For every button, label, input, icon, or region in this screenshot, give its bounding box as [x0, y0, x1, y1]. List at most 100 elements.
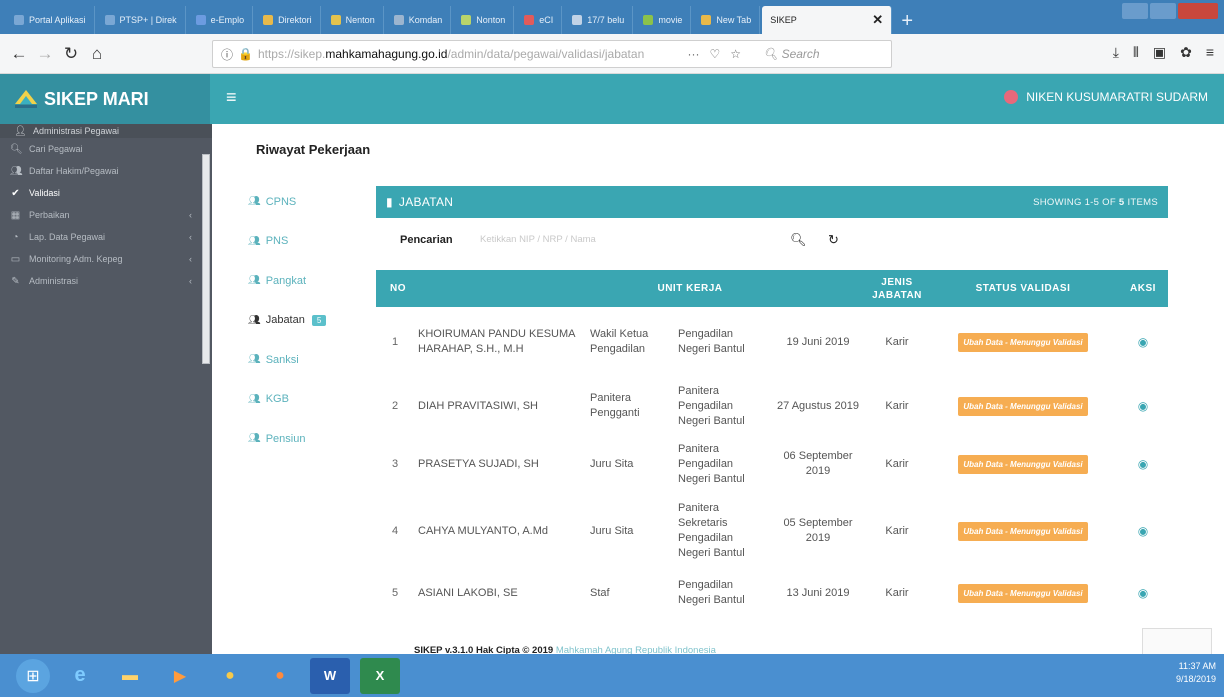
back-icon[interactable]: ←: [6, 44, 32, 64]
view-eye-icon[interactable]: ◉: [1118, 377, 1168, 435]
tab-sikep[interactable]: SIKEP ✕: [762, 6, 893, 34]
browser-tab[interactable]: movie: [635, 6, 692, 34]
subnav-item[interactable]: 👥︎ Pensiun: [248, 419, 326, 459]
browser-tab[interactable]: eCI: [516, 6, 563, 34]
close-tab-icon[interactable]: ✕: [872, 12, 883, 28]
view-eye-icon[interactable]: ◉: [1118, 307, 1168, 377]
browser-tab[interactable]: Komdan: [385, 6, 452, 34]
tab-title: Portal Aplikasi: [29, 15, 86, 25]
refresh-icon[interactable]: ↻: [828, 232, 839, 248]
home-icon[interactable]: ⌂: [84, 44, 110, 64]
extension-icon[interactable]: ✿: [1180, 44, 1192, 61]
word-icon[interactable]: W: [310, 657, 350, 694]
user-menu[interactable]: NIKEN KUSUMARATRI SUDARM: [1004, 90, 1208, 104]
search-label: Pencarian: [400, 234, 453, 246]
forward-icon[interactable]: →: [32, 44, 58, 64]
browser-tab[interactable]: New Tab: [693, 6, 761, 34]
tab-title: Direktori: [278, 15, 312, 25]
menu-icon[interactable]: ≡: [1206, 44, 1214, 61]
folder-icon[interactable]: ▬: [110, 658, 150, 694]
cell-jenis-jabatan: Karir: [885, 457, 909, 470]
pocket-icon[interactable]: ♡: [709, 47, 720, 61]
excel-icon[interactable]: X: [360, 657, 400, 694]
app-header: SIKEP MARI ≡ NIKEN KUSUMARATRI SUDARM: [0, 74, 1224, 124]
chrome-icon[interactable]: ●: [210, 658, 250, 694]
maximize-button[interactable]: [1150, 3, 1176, 19]
close-window-button[interactable]: [1178, 3, 1218, 19]
cell-nama: DIAH PRAVITASIWI, SH: [418, 399, 538, 412]
search-icon[interactable]: 🔍︎: [790, 232, 807, 248]
subnav-item[interactable]: 👥︎ CPNS: [248, 182, 326, 222]
cell-tanggal: 05 September 2019: [783, 517, 853, 544]
tab-title: Komdan: [408, 15, 443, 25]
browser-tab[interactable]: Portal Aplikasi: [6, 6, 95, 34]
browser-search-input[interactable]: 🔍︎ Search: [763, 47, 883, 61]
sidebar-item[interactable]: 🔍︎ Cari Pegawai: [0, 138, 212, 160]
cell-status: Ubah Data - Menunggu Validasi: [928, 493, 1118, 569]
clock-time[interactable]: 11:37 AM: [1176, 660, 1216, 673]
more-icon[interactable]: ···: [687, 47, 699, 61]
edit-icon: ✎: [11, 275, 20, 287]
url-bar[interactable]: ⓘ 🔒 https://sikep. mahkamahagung.go.id /…: [212, 40, 892, 68]
sidebar-item[interactable]: 👤︎ Administrasi Pegawai: [0, 124, 212, 138]
browser-tab[interactable]: Nenton: [322, 6, 384, 34]
sidebar-item[interactable]: ▦ Perbaikan ‹: [0, 204, 212, 226]
sidebar-item[interactable]: ▭ Monitoring Adm. Kepeg ‹: [0, 248, 212, 270]
chevron-left-icon: ‹: [189, 232, 192, 242]
col-jenis-jabatan[interactable]: JENIS JABATAN: [866, 270, 928, 307]
browser-tab[interactable]: 17/7 belu: [564, 6, 634, 34]
view-eye-icon[interactable]: ◉: [1118, 435, 1168, 493]
download-icon[interactable]: ⤓: [1113, 44, 1119, 61]
browser-tab[interactable]: Direktori: [255, 6, 321, 34]
browser-tools: ⤓ ⫴ ▣ ✿ ≡: [1113, 44, 1214, 61]
subnav-item[interactable]: 👥︎ Pangkat: [248, 261, 326, 301]
new-tab-button[interactable]: +: [894, 8, 920, 34]
browser-tab[interactable]: PTSP+ | Direk: [96, 6, 186, 34]
ie-icon[interactable]: e: [60, 658, 100, 694]
user-icon: 👤︎: [14, 125, 27, 137]
folder-icon: ▮: [386, 195, 393, 209]
sidebar-item[interactable]: 👥︎ Daftar Hakim/Pegawai: [0, 160, 212, 182]
view-eye-icon[interactable]: ◉: [1118, 569, 1168, 617]
view-eye-icon[interactable]: ◉: [1118, 493, 1168, 569]
cell-unit-kerja: Pengadilan Negeri Bantul: [678, 328, 745, 355]
jabatan-panel: ▮ JABATAN SHOWING 1-5 OF 5 ITEMS Pencari…: [376, 186, 1168, 606]
tab-favicon-icon: [330, 15, 341, 25]
bookmark-star-icon[interactable]: ☆: [730, 47, 741, 61]
library-icon[interactable]: ⫴: [1133, 44, 1139, 61]
minimize-button[interactable]: [1122, 3, 1148, 19]
brand[interactable]: SIKEP MARI: [0, 74, 210, 124]
browser-tab[interactable]: Nonton: [453, 6, 515, 34]
reload-icon[interactable]: ↻: [58, 44, 84, 64]
search-input[interactable]: Ketikkan NIP / NRP / Nama: [480, 234, 596, 245]
col-no[interactable]: NO: [376, 270, 414, 307]
clock-date[interactable]: 9/18/2019: [1176, 673, 1216, 686]
subnav-item[interactable]: 👥︎ KGB: [248, 380, 326, 420]
sidebar-item[interactable]: ◔ Lap. Data Pegawai ‹: [0, 226, 212, 248]
col-status-validasi[interactable]: STATUS VALIDASI: [928, 270, 1118, 307]
sidebar-scrollbar[interactable]: [202, 154, 210, 364]
subnav-item[interactable]: 👥︎ Jabatan 5: [248, 301, 327, 341]
start-button[interactable]: ⊞: [16, 658, 50, 693]
sidebar-item[interactable]: ✔ Validasi: [0, 182, 212, 204]
sidebar-toggle-icon[interactable]: ▣: [1153, 44, 1166, 61]
subnav-item[interactable]: 👥︎ PNS: [248, 222, 326, 262]
col-unit-kerja[interactable]: UNIT KERJA: [414, 270, 866, 307]
menu-toggle-icon[interactable]: ≡: [226, 87, 237, 108]
user-name: NIKEN KUSUMARATRI SUDARM: [1026, 90, 1208, 104]
media-player-icon[interactable]: ▶: [160, 658, 200, 694]
tab-favicon-icon: [14, 15, 24, 25]
window-controls: [1122, 3, 1218, 19]
status-badge: Ubah Data - Menunggu Validasi: [958, 396, 1088, 416]
browser-tab[interactable]: e-Emplo: [187, 6, 254, 34]
info-icon[interactable]: ⓘ: [221, 46, 233, 63]
chevron-left-icon: ‹: [189, 254, 192, 264]
subnav-item[interactable]: 👥︎ Sanksi: [248, 340, 326, 380]
taskbar: ⊞ e ▬ ▶ ● ● W X 11:37 AM 9/18/2019: [0, 654, 1224, 697]
sidebar-item[interactable]: ✎ Administrasi ‹: [0, 270, 212, 292]
tab-favicon-icon: [643, 15, 654, 25]
panel-header: ▮ JABATAN SHOWING 1-5 OF 5 ITEMS: [376, 186, 1168, 218]
firefox-icon[interactable]: ●: [260, 658, 300, 694]
sidebar-item-label: Cari Pegawai: [29, 144, 83, 154]
cell-tanggal: 19 Juni 2019: [786, 335, 850, 348]
